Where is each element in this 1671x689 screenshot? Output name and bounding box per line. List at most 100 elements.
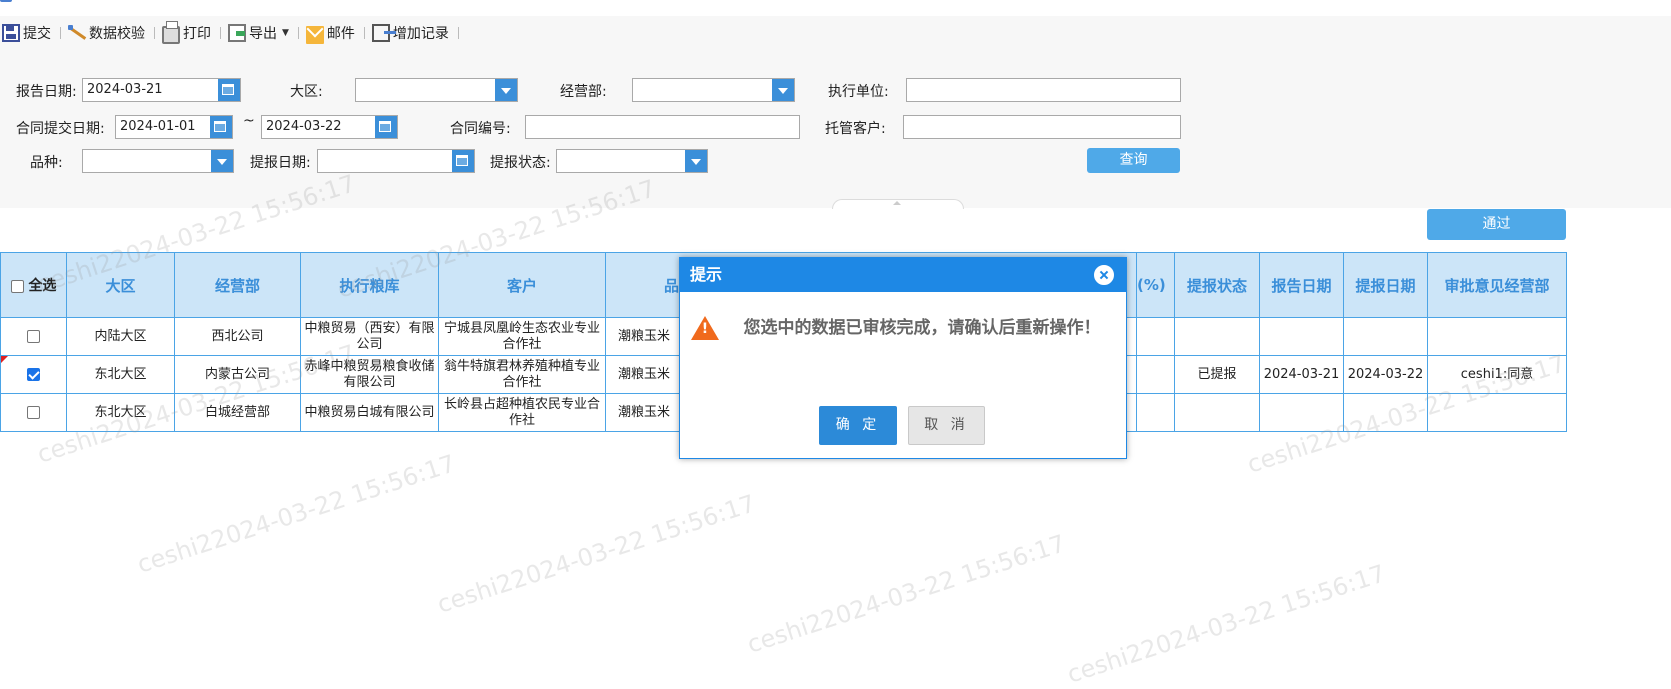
row-checkbox[interactable] <box>27 329 40 343</box>
percent-header[interactable]: (%) <box>1136 252 1175 318</box>
dept-label: 经营部: <box>560 84 607 100</box>
report-date-header[interactable]: 报告日期 <box>1259 252 1344 318</box>
pickup-date-cell <box>1343 317 1428 356</box>
row-checkbox-checked[interactable] <box>27 367 40 381</box>
toolbar-separator <box>60 27 61 39</box>
pickup-date-label: 提报日期: <box>250 155 311 171</box>
add-record-button[interactable]: 增加记录 <box>370 21 453 45</box>
opinion-header[interactable]: 审批意见经营部 <box>1427 252 1567 318</box>
dropdown-arrow-icon[interactable] <box>772 79 794 101</box>
save-icon <box>2 24 20 42</box>
pickup-date-header[interactable]: 提报日期 <box>1343 252 1428 318</box>
customer-header[interactable]: 客户 <box>438 252 606 318</box>
pickup-date-input[interactable] <box>317 149 475 173</box>
variety-select[interactable] <box>82 149 234 173</box>
contract-date-from-input[interactable]: 2024-01-01 <box>115 115 233 139</box>
calendar-icon[interactable] <box>218 79 240 101</box>
pickup-date-cell <box>1343 393 1428 432</box>
printer-icon <box>162 21 180 44</box>
exec-unit-label: 执行单位: <box>828 84 889 100</box>
region-header[interactable]: 大区 <box>66 252 175 318</box>
report-date-input[interactable]: 2024-03-21 <box>82 78 241 102</box>
pass-button[interactable]: 通过 <box>1427 209 1566 240</box>
export-icon <box>228 24 246 42</box>
row-checkbox[interactable] <box>27 405 40 419</box>
calendar-icon[interactable] <box>210 116 232 138</box>
warning-exclamation-icon: ! <box>701 321 709 337</box>
toolbar-separator <box>220 27 221 39</box>
select-all-label: 全选 <box>28 278 57 294</box>
toolbar-separator <box>154 27 155 39</box>
customer-cell: 宁城县凤凰岭生态农业专业合作社 <box>438 317 606 356</box>
close-icon[interactable] <box>1094 265 1114 285</box>
query-button[interactable]: 查询 <box>1087 148 1180 173</box>
custodian-input[interactable] <box>903 115 1181 139</box>
watermark-text: ceshi22024-03-22 15:56:17 <box>1063 559 1389 689</box>
warehouse-cell: 赤峰中粮贸易粮食收储有限公司 <box>300 355 439 394</box>
print-button[interactable]: 打印 <box>160 21 215 45</box>
report-date-cell <box>1259 317 1344 356</box>
dropdown-arrow-icon[interactable] <box>495 79 517 101</box>
contract-date-label: 合同提交日期: <box>16 121 105 137</box>
customer-cell: 翁牛特旗君林养殖种植专业合作社 <box>438 355 606 394</box>
customer-cell: 长岭县占超种植农民专业合作社 <box>438 393 606 432</box>
row-select-cell[interactable] <box>0 317 67 356</box>
report-date-cell <box>1259 393 1344 432</box>
row-select-cell[interactable] <box>0 393 67 432</box>
cancel-button[interactable]: 取 消 <box>908 406 985 445</box>
warehouse-header[interactable]: 执行粮库 <box>300 252 439 318</box>
custodian-label: 托管客户: <box>825 121 886 137</box>
percent-cell <box>1136 317 1175 356</box>
submit-label: 提交 <box>23 26 51 42</box>
clipped-icon <box>0 0 12 2</box>
top-strip <box>0 0 1671 16</box>
print-label: 打印 <box>183 26 211 42</box>
toolbar-separator <box>297 27 299 39</box>
export-button[interactable]: 导出 ▼ <box>226 21 293 45</box>
opinion-cell: ceshi1:同意 <box>1427 355 1567 394</box>
toolbar-separator <box>457 27 459 39</box>
contract-date-to-input[interactable]: 2024-03-22 <box>261 115 398 139</box>
pickup-date-cell: 2024-03-22 <box>1343 355 1428 394</box>
contract-no-input[interactable] <box>525 115 800 139</box>
range-separator: ~ <box>243 113 255 129</box>
pickup-status-select[interactable] <box>556 149 708 173</box>
row-select-cell[interactable] <box>0 355 67 394</box>
select-all-header[interactable]: 全选 <box>0 252 67 318</box>
alert-dialog: 提示 ! 您选中的数据已审核完成，请确认后重新操作！ 确 定 取 消 <box>679 257 1127 459</box>
pickup-status-label: 提报状态: <box>490 155 551 171</box>
caret-down-icon: ▼ <box>282 28 289 38</box>
watermark-text: ceshi22024-03-22 15:56:17 <box>133 449 459 579</box>
dept-select[interactable] <box>632 78 795 102</box>
dropdown-arrow-icon[interactable] <box>685 150 707 172</box>
collapse-panel-toggle[interactable] <box>832 199 964 209</box>
calendar-icon[interactable] <box>375 116 397 138</box>
status-header[interactable]: 提报状态 <box>1174 252 1260 318</box>
variety-label: 品种: <box>30 155 63 171</box>
mail-icon <box>305 25 324 44</box>
region-cell: 东北大区 <box>66 393 175 432</box>
dept-header[interactable]: 经营部 <box>174 252 301 318</box>
submit-button[interactable]: 提交 <box>0 21 55 45</box>
validate-button[interactable]: 数据校验 <box>66 21 149 45</box>
contract-date-to-value: 2024-03-22 <box>266 119 342 134</box>
confirm-button[interactable]: 确 定 <box>819 406 897 445</box>
status-cell <box>1174 393 1260 432</box>
dialog-title-bar: 提示 <box>680 258 1126 292</box>
calendar-icon[interactable] <box>452 150 474 172</box>
report-date-cell: 2024-03-21 <box>1259 355 1344 394</box>
region-select[interactable] <box>355 78 518 102</box>
validate-label: 数据校验 <box>89 26 145 42</box>
add-record-icon <box>371 24 396 42</box>
status-cell: 已提报 <box>1174 355 1260 394</box>
exec-unit-input[interactable] <box>906 78 1181 102</box>
select-all-checkbox[interactable] <box>10 279 24 293</box>
status-cell <box>1174 317 1260 356</box>
mail-button[interactable]: 邮件 <box>304 21 359 45</box>
mail-label: 邮件 <box>326 26 355 42</box>
dropdown-arrow-icon[interactable] <box>211 150 233 172</box>
warehouse-cell: 中粮贸易（西安）有限公司 <box>300 317 439 356</box>
modified-marker <box>1 356 8 363</box>
watermark-text: ceshi22024-03-22 15:56:17 <box>433 489 759 619</box>
validate-icon <box>68 24 86 42</box>
